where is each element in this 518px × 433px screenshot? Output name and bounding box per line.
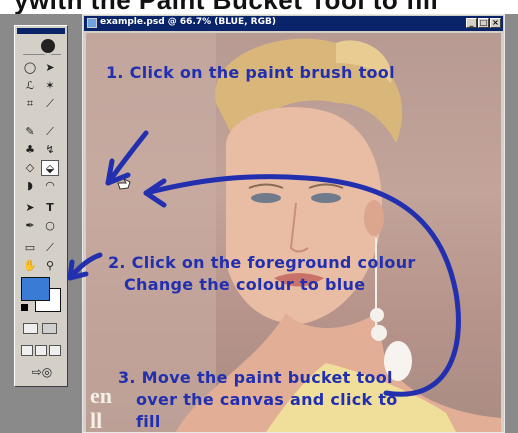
type-tool-icon[interactable]: T: [41, 200, 59, 216]
annotation-step3-line1: 3. Move the paint bucket tool: [118, 368, 393, 387]
header-title-fragment: ywith the Paint Bucket Tool to fill: [14, 0, 438, 14]
document-title: example.psd @ 66.7% (BLUE, RGB): [100, 17, 276, 27]
notes-tool-icon[interactable]: ▭: [21, 240, 39, 256]
clone-stamp-tool-icon[interactable]: ♣: [21, 142, 39, 158]
photo-text-line1: en: [90, 383, 112, 408]
brush-tool-icon[interactable]: ⟋: [41, 124, 59, 140]
photo-text-line2: ll: [90, 408, 103, 432]
lasso-tool-icon[interactable]: ℒ: [21, 78, 39, 94]
blur-tool-icon[interactable]: ◗: [21, 178, 39, 194]
image-canvas[interactable]: 1. Click on the paint brush tool 2. Clic…: [86, 33, 501, 432]
toolbox-titlebar[interactable]: [17, 28, 65, 34]
paint-bucket-tool-icon[interactable]: ⬙: [41, 160, 59, 176]
document-window: example.psd @ 66.7% (BLUE, RGB) _ □ × 1.…: [82, 14, 505, 433]
dodge-tool-icon[interactable]: ◠: [41, 178, 59, 194]
foreground-color-swatch[interactable]: [21, 277, 50, 301]
screen-mode-full-menu-button[interactable]: [35, 345, 47, 356]
eraser-tool-icon[interactable]: ◇: [21, 160, 39, 176]
close-button[interactable]: ×: [490, 18, 501, 28]
toolbox: ◯ ➤ ℒ ✶ ⌗ ⟋ ✎ ⟋ ♣ ↯ ◇ ⬙ ◗ ◠ ➤ T ✒ ○ ▭ ⟋ …: [14, 25, 68, 387]
document-titlebar[interactable]: example.psd @ 66.7% (BLUE, RGB) _ □ ×: [84, 16, 503, 31]
quick-mask-mode-button[interactable]: [42, 323, 57, 334]
pen-tool-icon[interactable]: ✒: [21, 218, 39, 234]
zoom-tool-icon[interactable]: ⚲: [41, 258, 59, 274]
maximize-button[interactable]: □: [478, 18, 489, 28]
marquee-tool-icon[interactable]: ◯: [21, 60, 39, 76]
path-selection-tool-icon[interactable]: ➤: [21, 200, 39, 216]
document-icon: [87, 18, 97, 28]
eyedropper-tool-icon[interactable]: ⟋: [41, 240, 59, 256]
annotation-step1: 1. Click on the paint brush tool: [106, 63, 395, 82]
healing-brush-tool-icon[interactable]: ✎: [21, 124, 39, 140]
hand-tool-icon[interactable]: ✋: [21, 258, 39, 274]
standard-mode-button[interactable]: [23, 323, 38, 334]
magic-wand-tool-icon[interactable]: ✶: [41, 78, 59, 94]
default-colors-icon[interactable]: [21, 304, 28, 311]
move-tool-icon[interactable]: ➤: [41, 60, 59, 76]
minimize-button[interactable]: _: [466, 18, 477, 28]
annotation-step2-line2: Change the colour to blue: [124, 275, 366, 294]
header-strip: ywith the Paint Bucket Tool to fill: [0, 0, 518, 14]
annotation-step2-line1: 2. Click on the foreground colour: [108, 253, 416, 272]
shape-tool-icon[interactable]: ○: [41, 218, 59, 234]
jump-to-imageready-icon[interactable]: ⇨◎: [25, 364, 59, 380]
screen-mode-full-button[interactable]: [49, 345, 61, 356]
history-brush-tool-icon[interactable]: ↯: [41, 142, 59, 158]
crop-tool-icon[interactable]: ⌗: [21, 96, 39, 112]
annotation-step3-line2: over the canvas and click to: [136, 390, 398, 409]
adobe-logo-icon[interactable]: [23, 36, 61, 55]
annotation-step3-line3: fill: [136, 412, 161, 431]
slice-tool-icon[interactable]: ⟋: [41, 96, 59, 112]
screen-mode-standard-button[interactable]: [21, 345, 33, 356]
